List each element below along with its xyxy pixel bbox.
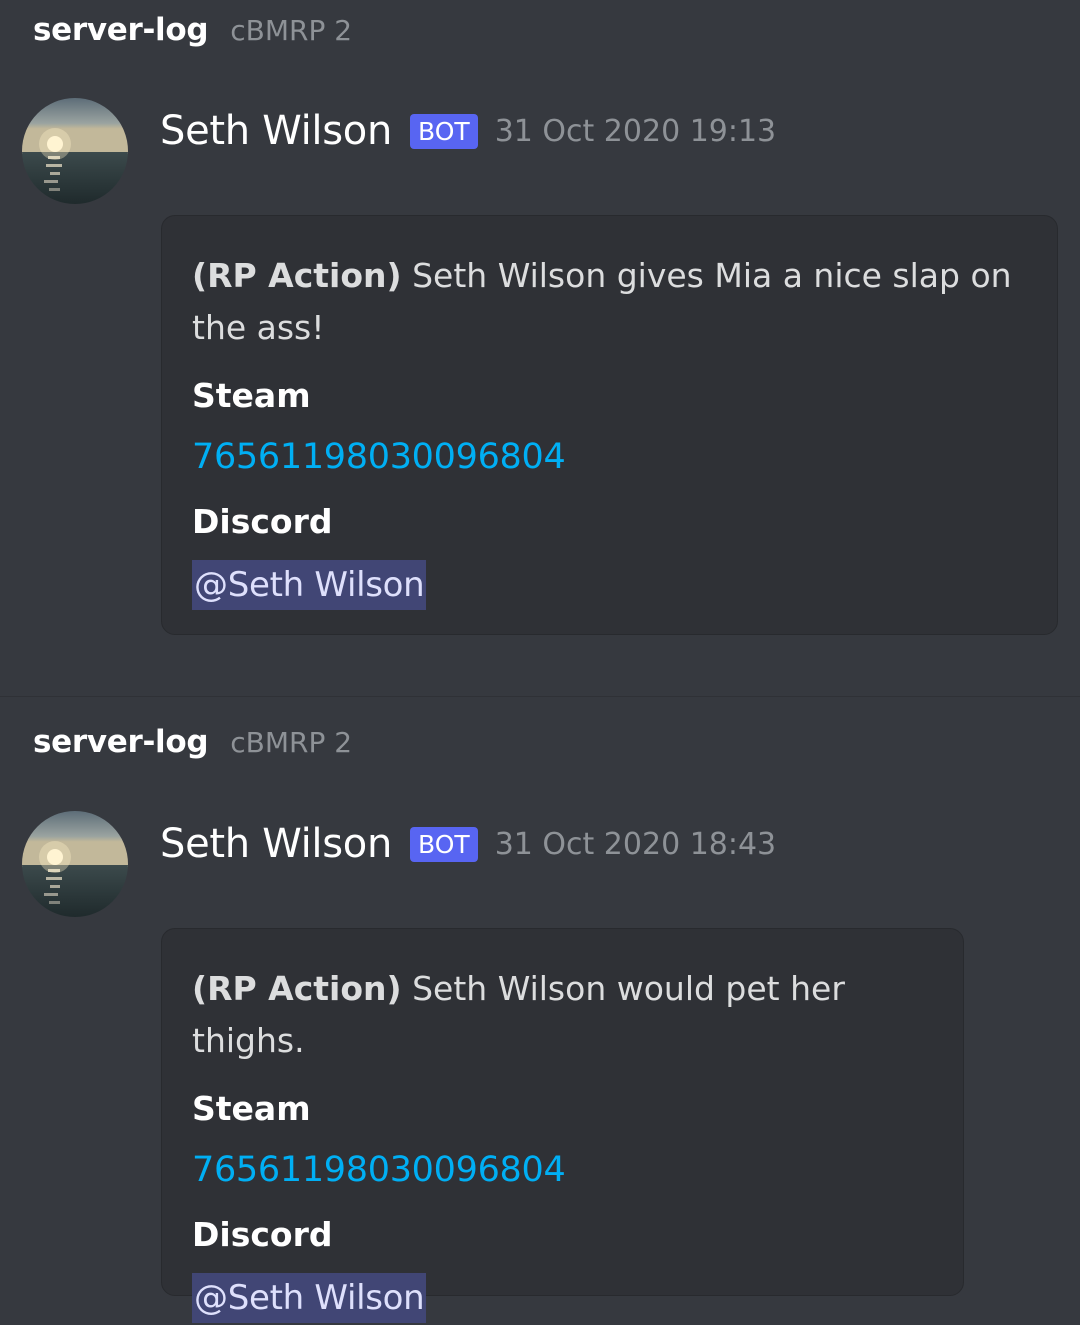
embed-description: (RP Action) Seth Wilson gives Mia a nice… [192,250,1027,354]
steam-id-link[interactable]: 76561198030096804 [192,1147,933,1193]
message-timestamp[interactable]: 31 Oct 2020 19:13 [495,114,776,149]
author-name[interactable]: Seth Wilson [160,821,392,867]
embed-field-name-steam: Steam [192,376,311,415]
channel-name[interactable]: server-log [33,724,209,760]
embed-action-label: (RP Action) [192,256,402,295]
message-group: server-log cBMRP 2 Seth Wilson BOT 31 Oc… [0,696,1080,1325]
embed-field-name-discord: Discord [192,502,333,541]
sunset-over-sea-avatar-icon [22,811,128,917]
bot-badge: BOT [410,113,478,149]
server-name: cBMRP 2 [230,14,353,47]
steam-id-link[interactable]: 76561198030096804 [192,434,1027,480]
message-author-line: Seth Wilson BOT 31 Oct 2020 18:43 [160,819,776,869]
message-group: server-log cBMRP 2 Seth Wilson BOT 31 Oc… [0,0,1080,696]
message-author-line: Seth Wilson BOT 31 Oct 2020 19:13 [160,106,776,156]
user-mention[interactable]: @Seth Wilson [192,1273,427,1323]
avatar[interactable] [22,811,128,917]
channel-header[interactable]: server-log cBMRP 2 [33,12,352,48]
message-embed: (RP Action) Seth Wilson would pet her th… [161,928,964,1323]
message-timestamp[interactable]: 31 Oct 2020 18:43 [495,827,776,862]
embed-field-name-steam: Steam [192,1089,311,1128]
message-embed: (RP Action) Seth Wilson gives Mia a nice… [161,215,1058,635]
sunset-over-sea-avatar-icon [22,98,128,204]
server-name: cBMRP 2 [230,726,353,759]
embed-action-label: (RP Action) [192,969,402,1008]
author-name[interactable]: Seth Wilson [160,108,392,154]
embed-description: (RP Action) Seth Wilson would pet her th… [192,963,933,1067]
embed-field-name-discord: Discord [192,1215,333,1254]
bot-badge: BOT [410,826,478,862]
avatar[interactable] [22,98,128,204]
user-mention[interactable]: @Seth Wilson [192,560,427,610]
channel-header[interactable]: server-log cBMRP 2 [33,724,352,760]
channel-name[interactable]: server-log [33,12,209,48]
